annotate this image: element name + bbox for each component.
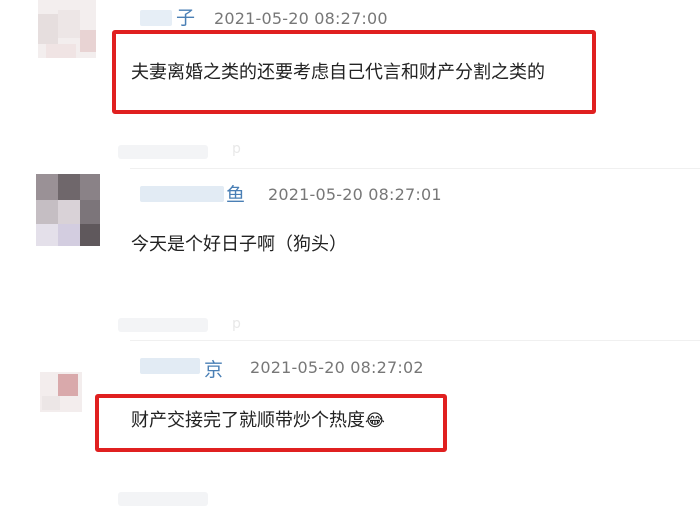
username-fragment[interactable]: 子: [176, 7, 195, 29]
comment-timestamp: 2021-05-20 08:27:01: [268, 185, 442, 204]
comment-2: 鱼 2021-05-20 08:27:01 今天是个好日子啊（狗头）: [0, 170, 700, 320]
laughing-emoji-icon: 😂: [365, 411, 385, 431]
username-blurred[interactable]: [140, 186, 224, 202]
comment-text: 财产交接完了就顺带炒个热度😂: [131, 409, 385, 433]
reply-actions-blurred: [118, 318, 208, 332]
comment-text: 夫妻离婚之类的还要考虑自己代言和财产分割之类的: [131, 62, 545, 83]
comment-1: 子 2021-05-20 08:27:00 夫妻离婚之类的还要考虑自己代言和财产…: [0, 0, 700, 130]
divider: [130, 340, 700, 341]
comment-timestamp: 2021-05-20 08:27:02: [250, 358, 424, 377]
username-blurred[interactable]: [140, 10, 172, 26]
comment-text-body: 财产交接完了就顺带炒个热度: [131, 410, 365, 431]
avatar[interactable]: [36, 174, 100, 246]
comment-text: 今天是个好日子啊（狗头）: [131, 234, 347, 255]
username-blurred[interactable]: [140, 358, 200, 374]
action-fragment: p: [232, 316, 241, 332]
divider: [130, 168, 700, 169]
avatar[interactable]: [38, 0, 96, 58]
username-fragment[interactable]: 京: [204, 359, 223, 381]
action-fragment: p: [232, 141, 241, 157]
reply-actions-blurred: [118, 145, 208, 159]
comment-timestamp: 2021-05-20 08:27:00: [214, 9, 388, 28]
avatar[interactable]: [40, 372, 82, 412]
username-fragment[interactable]: 鱼: [226, 184, 245, 206]
comment-3: 京 2021-05-20 08:27:02 财产交接完了就顺带炒个热度😂: [0, 342, 700, 472]
reply-actions-blurred: [118, 492, 208, 506]
